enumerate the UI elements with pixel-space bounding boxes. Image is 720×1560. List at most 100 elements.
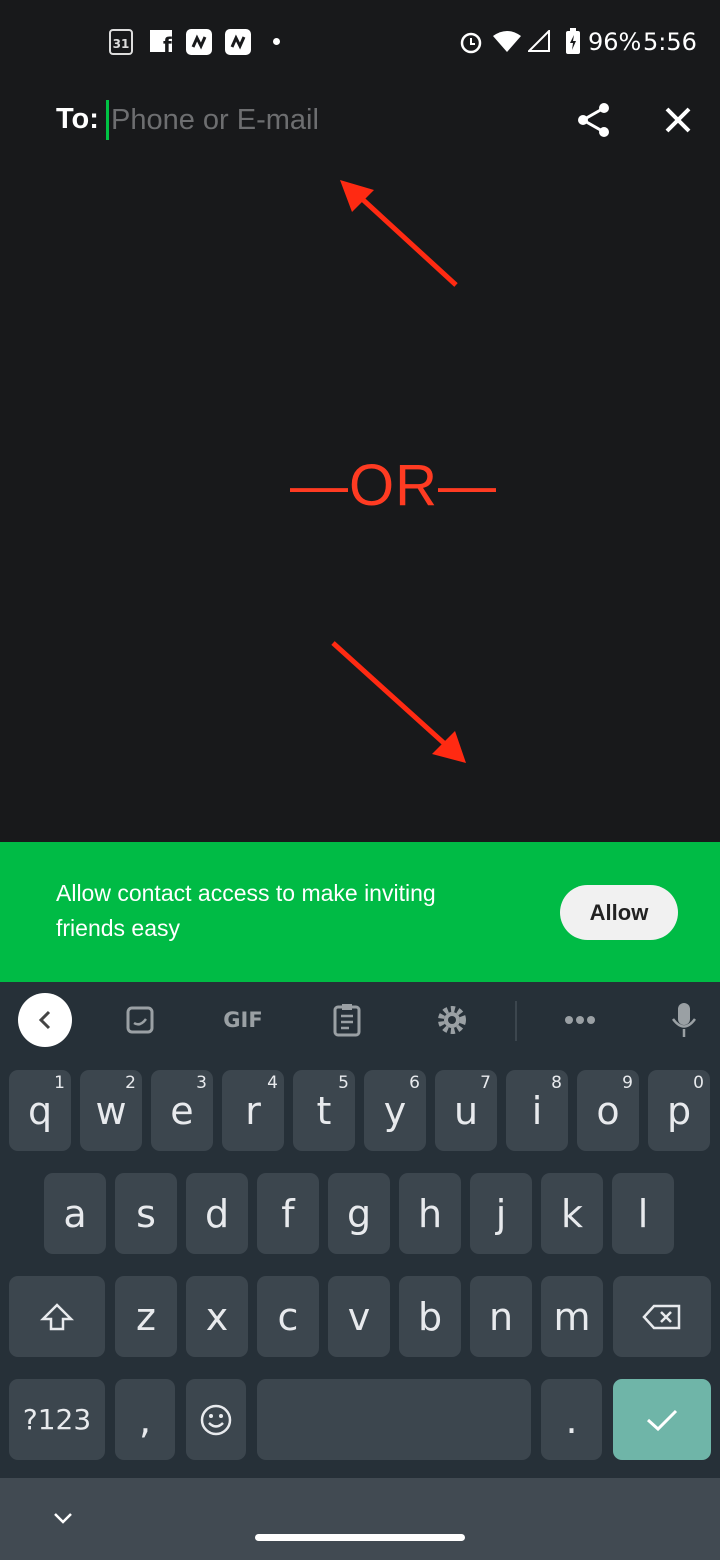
app-icon bbox=[225, 29, 251, 55]
key-c[interactable]: c bbox=[257, 1276, 319, 1357]
key-label: m bbox=[553, 1294, 591, 1339]
key-y[interactable]: y6 bbox=[364, 1070, 426, 1151]
key-j[interactable]: j bbox=[470, 1173, 532, 1254]
key-label: s bbox=[136, 1191, 156, 1236]
toolbar-divider bbox=[515, 1001, 517, 1041]
gif-button[interactable]: GIF bbox=[214, 995, 272, 1045]
key-k[interactable]: k bbox=[541, 1173, 603, 1254]
key-label: u bbox=[453, 1088, 479, 1133]
dot-icon bbox=[273, 38, 280, 45]
key-label: o bbox=[596, 1088, 620, 1133]
share-icon[interactable] bbox=[576, 102, 612, 138]
key-label: t bbox=[316, 1088, 332, 1133]
calendar-icon: 31 bbox=[109, 29, 133, 55]
banner-text: Allow contact access to make inviting fr… bbox=[56, 880, 436, 941]
key-label: ?123 bbox=[22, 1403, 92, 1436]
sticker-icon bbox=[126, 1006, 154, 1034]
close-icon[interactable] bbox=[664, 106, 692, 134]
facebook-icon: f bbox=[150, 30, 172, 52]
period-key[interactable]: . bbox=[541, 1379, 602, 1460]
key-label: i bbox=[531, 1088, 543, 1133]
or-annotation: —OR— bbox=[290, 453, 497, 518]
battery-percent: 96% bbox=[588, 28, 642, 56]
allow-button[interactable]: Allow bbox=[560, 885, 678, 940]
key-label: n bbox=[488, 1294, 514, 1339]
key-q[interactable]: q1 bbox=[9, 1070, 71, 1151]
chevron-left-icon bbox=[38, 1010, 51, 1030]
microphone-icon bbox=[671, 1003, 697, 1037]
key-label: x bbox=[205, 1294, 229, 1339]
space-key[interactable] bbox=[257, 1379, 531, 1460]
key-label: f bbox=[281, 1191, 295, 1236]
key-m[interactable]: m bbox=[541, 1276, 603, 1357]
key-f[interactable]: f bbox=[257, 1173, 319, 1254]
hide-keyboard-icon[interactable] bbox=[52, 1510, 74, 1526]
more-button[interactable] bbox=[558, 995, 602, 1045]
comma-key[interactable]: , bbox=[115, 1379, 175, 1460]
clock: 5:56 bbox=[643, 28, 697, 56]
clipboard-button[interactable] bbox=[325, 995, 369, 1045]
key-d[interactable]: d bbox=[186, 1173, 248, 1254]
enter-key[interactable] bbox=[613, 1379, 711, 1460]
key-hint: 4 bbox=[267, 1073, 278, 1093]
key-label: g bbox=[346, 1191, 372, 1236]
key-label: a bbox=[63, 1191, 87, 1236]
key-n[interactable]: n bbox=[470, 1276, 532, 1357]
wifi-icon bbox=[493, 31, 521, 52]
symbols-key[interactable]: ?123 bbox=[9, 1379, 105, 1460]
more-icon bbox=[565, 1016, 595, 1024]
key-hint: 6 bbox=[409, 1073, 420, 1093]
arrow-down-right-icon bbox=[331, 641, 466, 763]
key-t[interactable]: t5 bbox=[293, 1070, 355, 1151]
signal-icon bbox=[528, 30, 550, 52]
voice-input-button[interactable] bbox=[662, 995, 706, 1045]
key-p[interactable]: p0 bbox=[648, 1070, 710, 1151]
recipient-input[interactable] bbox=[106, 100, 546, 140]
key-hint: 9 bbox=[622, 1073, 633, 1093]
arrow-up-left-icon bbox=[340, 180, 458, 287]
key-label: p bbox=[666, 1088, 692, 1133]
key-label: l bbox=[637, 1191, 649, 1236]
key-label: w bbox=[95, 1088, 127, 1133]
key-z[interactable]: z bbox=[115, 1276, 177, 1357]
emoji-key[interactable] bbox=[186, 1379, 246, 1460]
to-label: To: bbox=[56, 103, 99, 135]
checkmark-icon bbox=[646, 1409, 678, 1431]
key-label: j bbox=[495, 1191, 507, 1236]
sticker-button[interactable] bbox=[118, 995, 162, 1045]
key-hint: 5 bbox=[338, 1073, 349, 1093]
key-u[interactable]: u7 bbox=[435, 1070, 497, 1151]
key-label: e bbox=[170, 1088, 194, 1133]
key-r[interactable]: r4 bbox=[222, 1070, 284, 1151]
key-a[interactable]: a bbox=[44, 1173, 106, 1254]
settings-button[interactable] bbox=[430, 995, 474, 1045]
alarm-icon bbox=[460, 32, 482, 54]
home-gesture-handle[interactable] bbox=[255, 1534, 465, 1541]
svg-text:f: f bbox=[163, 33, 172, 52]
key-label: y bbox=[383, 1088, 407, 1133]
key-l[interactable]: l bbox=[612, 1173, 674, 1254]
key-h[interactable]: h bbox=[399, 1173, 461, 1254]
key-o[interactable]: o9 bbox=[577, 1070, 639, 1151]
key-i[interactable]: i8 bbox=[506, 1070, 568, 1151]
key-label: z bbox=[136, 1294, 156, 1339]
key-label: h bbox=[417, 1191, 443, 1236]
key-w[interactable]: w2 bbox=[80, 1070, 142, 1151]
svg-text:31: 31 bbox=[113, 37, 130, 51]
key-s[interactable]: s bbox=[115, 1173, 177, 1254]
key-label: k bbox=[560, 1191, 583, 1236]
status-bar: 31 f 96% 5:56 bbox=[0, 0, 720, 84]
key-b[interactable]: b bbox=[399, 1276, 461, 1357]
key-g[interactable]: g bbox=[328, 1173, 390, 1254]
key-label: q bbox=[27, 1088, 53, 1133]
key-label: r bbox=[245, 1088, 261, 1133]
key-label: c bbox=[277, 1294, 299, 1339]
shift-icon bbox=[40, 1302, 74, 1330]
key-hint: 3 bbox=[196, 1073, 207, 1093]
collapse-toolbar-button[interactable] bbox=[18, 993, 72, 1047]
backspace-key[interactable] bbox=[613, 1276, 711, 1357]
key-x[interactable]: x bbox=[186, 1276, 248, 1357]
key-v[interactable]: v bbox=[328, 1276, 390, 1357]
key-e[interactable]: e3 bbox=[151, 1070, 213, 1151]
shift-key[interactable] bbox=[9, 1276, 105, 1357]
